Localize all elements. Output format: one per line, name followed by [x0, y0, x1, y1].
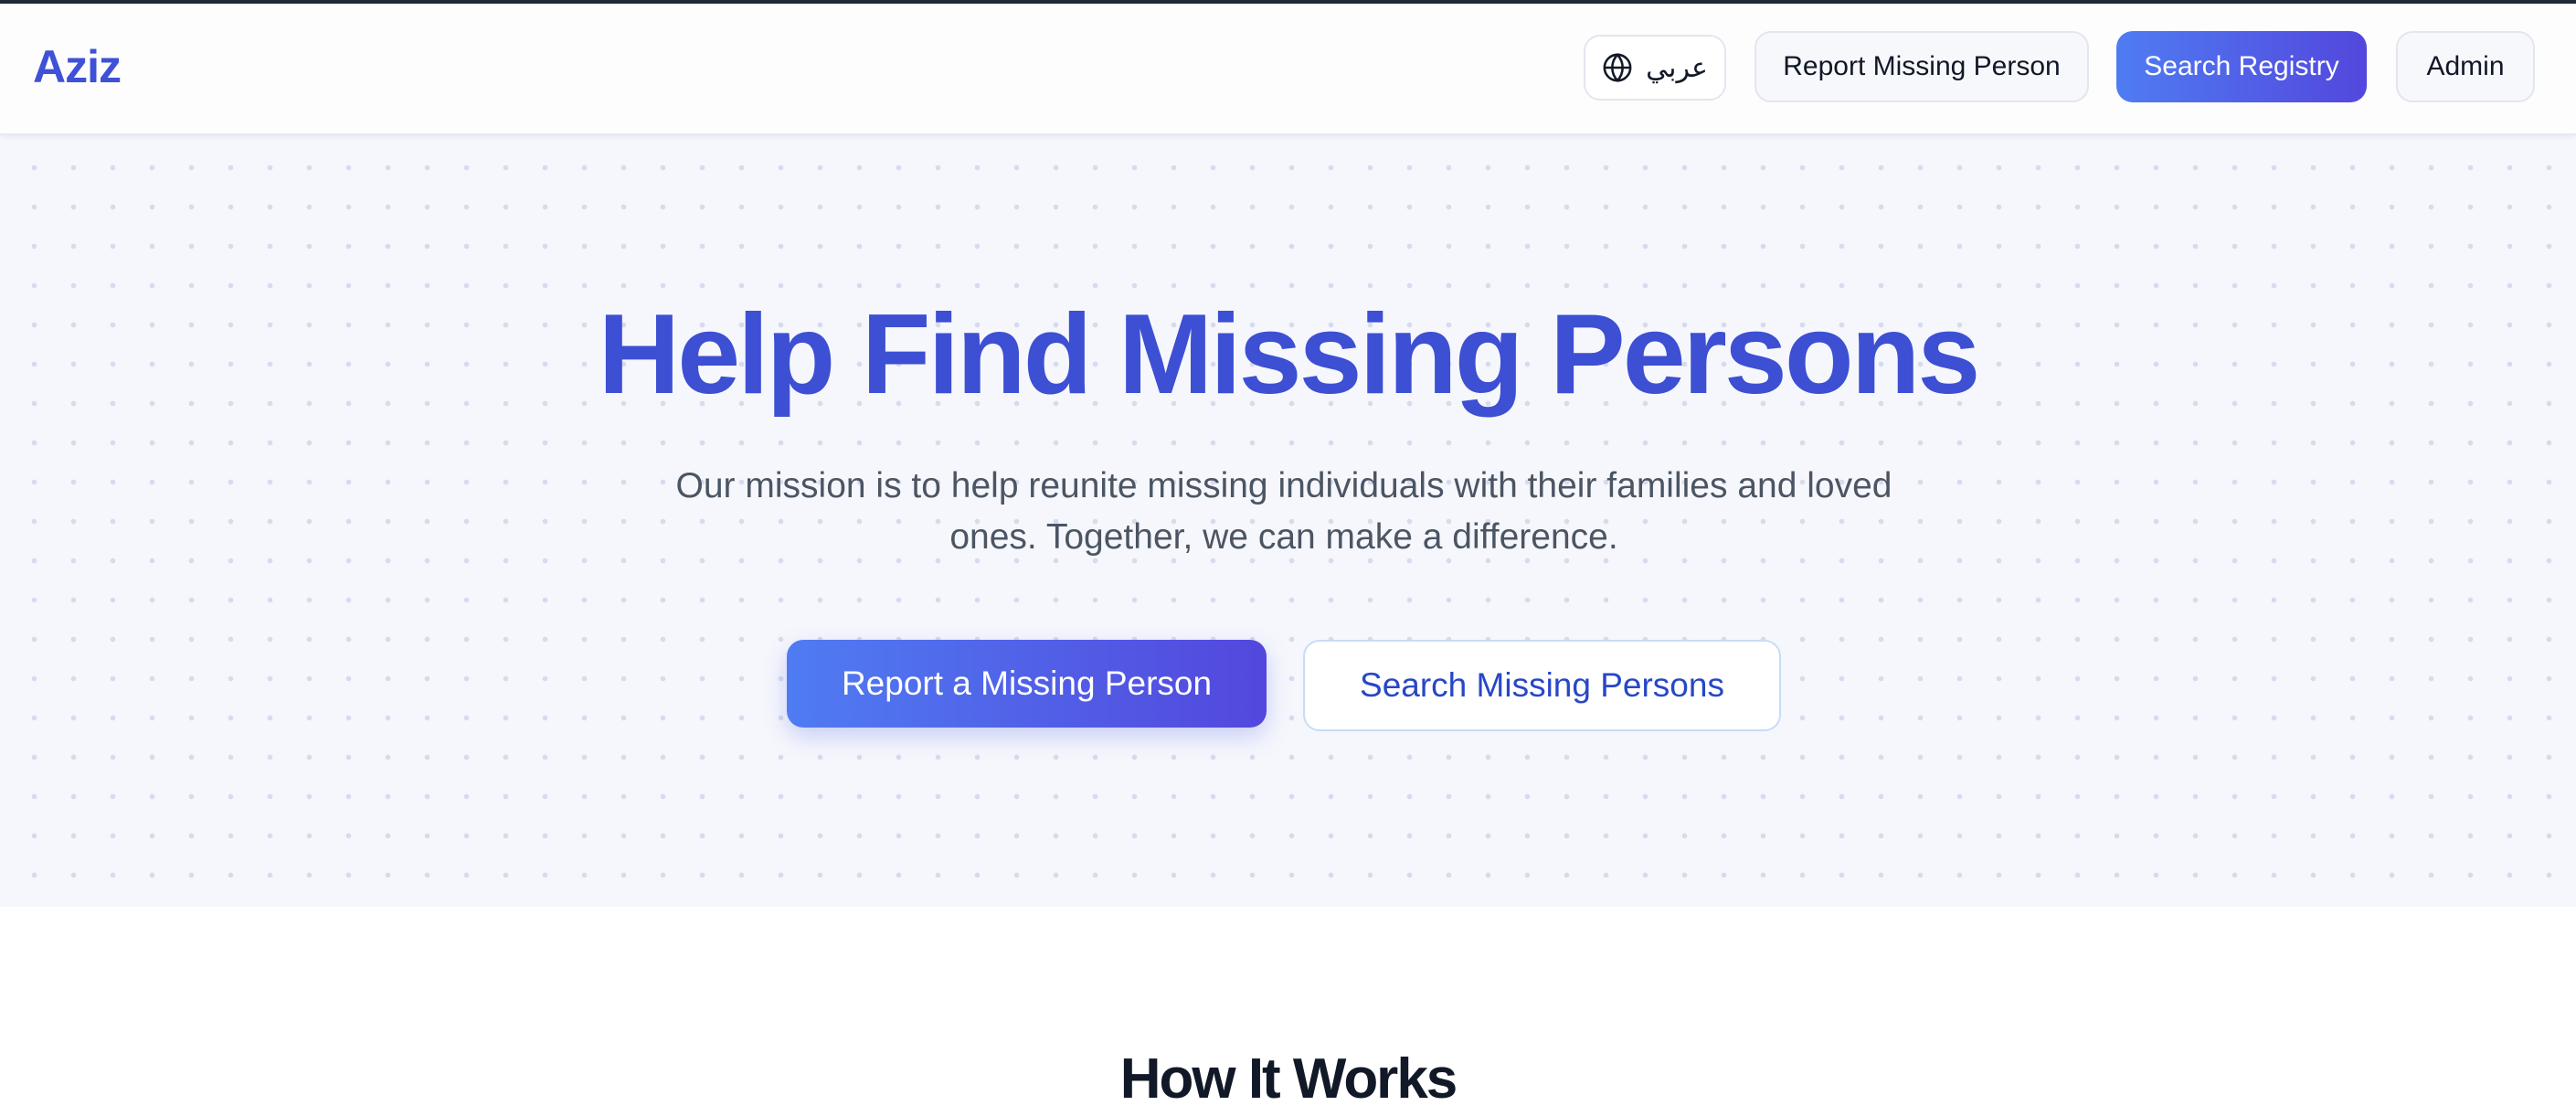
report-missing-person-button[interactable]: Report Missing Person [1754, 31, 2089, 102]
hero-subtitle: Our mission is to help reunite missing i… [675, 466, 1892, 557]
report-missing-person-cta[interactable]: Report a Missing Person [787, 640, 1267, 728]
hero-section: Help Find Missing Persons Our mission is… [0, 133, 2576, 907]
navbar: Aziz عربي Report Missing Person Search R… [0, 4, 2576, 135]
globe-icon [1602, 52, 1633, 83]
language-toggle-button[interactable]: عربي [1584, 35, 1726, 101]
how-it-works-title: How It Works [1119, 1047, 1458, 1111]
search-missing-persons-cta[interactable]: Search Missing Persons [1303, 640, 1781, 731]
logo[interactable]: Aziz [33, 40, 122, 93]
hero-title: Help Find Missing Persons [598, 292, 1981, 418]
language-label: عربي [1646, 52, 1708, 83]
admin-button[interactable]: Admin [2396, 31, 2535, 102]
search-registry-button[interactable]: Search Registry [2116, 31, 2367, 102]
